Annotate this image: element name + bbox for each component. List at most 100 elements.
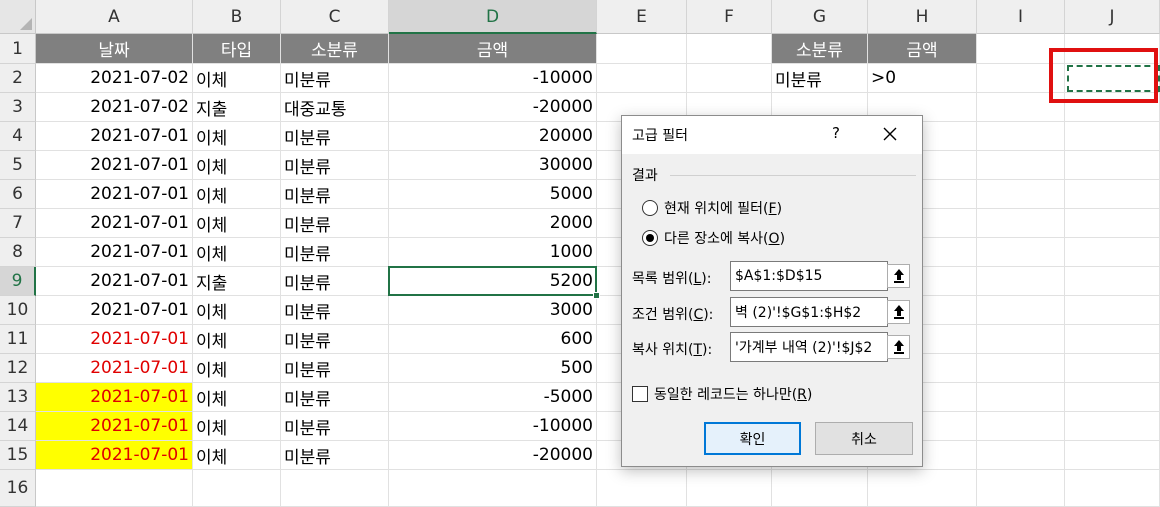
criteria-value-h[interactable]: >0	[868, 64, 977, 93]
amount-cell[interactable]: -20000	[389, 441, 597, 470]
cell[interactable]	[1065, 209, 1160, 238]
category-cell[interactable]: 미분류	[281, 267, 389, 296]
category-cell[interactable]: 미분류	[281, 64, 389, 93]
cell[interactable]	[1065, 180, 1160, 209]
type-cell[interactable]: 이체	[193, 296, 281, 325]
cell[interactable]	[1065, 238, 1160, 267]
close-icon[interactable]	[880, 124, 900, 144]
row-header-2[interactable]: 2	[0, 64, 36, 93]
unique-records-checkbox[interactable]: 동일한 레코드는 하나만(R)	[632, 384, 812, 404]
header-cell-b[interactable]: 타입	[193, 34, 281, 64]
cell[interactable]	[977, 470, 1065, 507]
cell[interactable]	[868, 470, 977, 507]
category-cell[interactable]: 미분류	[281, 238, 389, 267]
cell[interactable]	[193, 470, 281, 507]
type-cell[interactable]: 이체	[193, 64, 281, 93]
date-cell[interactable]: 2021-07-01	[36, 441, 193, 470]
date-cell[interactable]: 2021-07-02	[36, 64, 193, 93]
cell[interactable]	[687, 34, 772, 64]
type-cell[interactable]: 이체	[193, 354, 281, 383]
criteria-range-collapse-button[interactable]	[887, 300, 910, 324]
category-cell[interactable]: 미분류	[281, 180, 389, 209]
type-cell[interactable]: 이체	[193, 412, 281, 441]
column-header-b[interactable]: B	[193, 0, 281, 34]
date-cell[interactable]: 2021-07-02	[36, 93, 193, 122]
row-header-13[interactable]: 13	[0, 383, 36, 412]
cell[interactable]	[977, 296, 1065, 325]
date-cell[interactable]: 2021-07-01	[36, 267, 193, 296]
list-range-input[interactable]: $A$1:$D$15	[730, 261, 888, 291]
cell[interactable]	[1065, 325, 1160, 354]
criteria-header-h[interactable]: 금액	[868, 34, 977, 64]
radio-copy-to-another[interactable]: 다른 장소에 복사(O)	[642, 228, 785, 248]
amount-cell[interactable]: 2000	[389, 209, 597, 238]
cell[interactable]	[977, 441, 1065, 470]
amount-cell[interactable]: 1000	[389, 238, 597, 267]
type-cell[interactable]: 지출	[193, 267, 281, 296]
cell[interactable]	[1065, 441, 1160, 470]
row-header-12[interactable]: 12	[0, 354, 36, 383]
type-cell[interactable]: 이체	[193, 383, 281, 412]
cell[interactable]	[772, 470, 868, 507]
row-header-15[interactable]: 15	[0, 441, 36, 470]
cell[interactable]	[977, 325, 1065, 354]
cell[interactable]	[389, 470, 597, 507]
column-header-g[interactable]: G	[772, 0, 868, 34]
header-cell-d[interactable]: 금액	[389, 34, 597, 64]
criteria-value-g[interactable]: 미분류	[772, 64, 868, 93]
row-header-8[interactable]: 8	[0, 238, 36, 267]
help-button[interactable]: ?	[832, 124, 840, 142]
copy-to-collapse-button[interactable]	[887, 335, 910, 359]
copy-to-input[interactable]: '가계부 내역 (2)'!$J$2	[730, 332, 888, 362]
radio-circle[interactable]	[642, 200, 658, 216]
row-header-6[interactable]: 6	[0, 180, 36, 209]
cell[interactable]	[1065, 470, 1160, 507]
select-all-corner[interactable]	[0, 0, 36, 34]
row-header-1[interactable]: 1	[0, 34, 36, 64]
cell[interactable]	[36, 470, 193, 507]
type-cell[interactable]: 이체	[193, 325, 281, 354]
cell[interactable]	[977, 151, 1065, 180]
type-cell[interactable]: 지출	[193, 93, 281, 122]
ok-button[interactable]: 확인	[704, 422, 801, 455]
row-header-3[interactable]: 3	[0, 93, 36, 122]
row-header-4[interactable]: 4	[0, 122, 36, 151]
fill-handle[interactable]	[593, 292, 600, 299]
amount-cell[interactable]: 5000	[389, 180, 597, 209]
radio-circle[interactable]	[642, 230, 658, 246]
category-cell[interactable]: 미분류	[281, 296, 389, 325]
row-header-7[interactable]: 7	[0, 209, 36, 238]
amount-cell[interactable]: 3000	[389, 296, 597, 325]
category-cell[interactable]: 미분류	[281, 209, 389, 238]
category-cell[interactable]: 미분류	[281, 441, 389, 470]
cell[interactable]	[687, 64, 772, 93]
cell[interactable]	[1065, 296, 1160, 325]
cancel-button[interactable]: 취소	[815, 422, 913, 455]
cell[interactable]	[1065, 151, 1160, 180]
cell[interactable]	[597, 64, 687, 93]
cell[interactable]	[977, 122, 1065, 151]
dialog-title-bar[interactable]: 고급 필터 ?	[622, 116, 922, 154]
column-header-c[interactable]: C	[281, 0, 389, 34]
amount-cell[interactable]: 600	[389, 325, 597, 354]
date-cell[interactable]: 2021-07-01	[36, 383, 193, 412]
date-cell[interactable]: 2021-07-01	[36, 151, 193, 180]
date-cell[interactable]: 2021-07-01	[36, 122, 193, 151]
cell[interactable]	[597, 34, 687, 64]
cell[interactable]	[977, 267, 1065, 296]
type-cell[interactable]: 이체	[193, 180, 281, 209]
category-cell[interactable]: 대중교통	[281, 93, 389, 122]
cell[interactable]	[281, 470, 389, 507]
date-cell[interactable]: 2021-07-01	[36, 354, 193, 383]
radio-filter-in-place[interactable]: 현재 위치에 필터(F)	[642, 198, 782, 218]
cell[interactable]	[977, 354, 1065, 383]
amount-cell[interactable]: 500	[389, 354, 597, 383]
type-cell[interactable]: 이체	[193, 122, 281, 151]
amount-cell[interactable]: 30000	[389, 151, 597, 180]
cell[interactable]	[977, 209, 1065, 238]
criteria-range-input[interactable]: 벽 (2)'!$G$1:$H$2	[730, 297, 888, 327]
row-header-9[interactable]: 9	[0, 267, 36, 296]
row-header-16[interactable]: 16	[0, 470, 36, 507]
category-cell[interactable]: 미분류	[281, 122, 389, 151]
cell[interactable]	[977, 412, 1065, 441]
